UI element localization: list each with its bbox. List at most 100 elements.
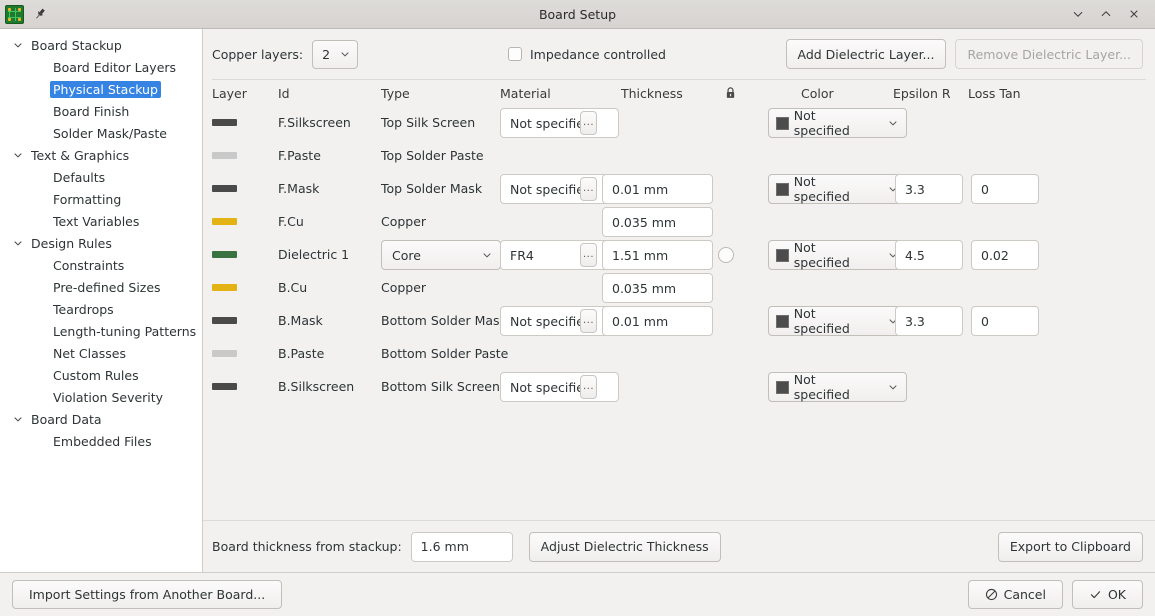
header-material: Material	[500, 77, 551, 110]
thickness-field[interactable]: 0.01 mm	[602, 306, 713, 336]
impedance-controlled-checkbox[interactable]: Impedance controlled	[508, 47, 666, 62]
chevron-down-icon[interactable]	[8, 413, 28, 425]
sidebar-item-embedded-files[interactable]: Embedded Files	[0, 430, 202, 452]
settings-tree[interactable]: Board StackupBoard Editor Layers Physical…	[0, 29, 203, 572]
table-row[interactable]: B.PasteBottom Solder Paste	[203, 337, 1155, 370]
maximize-button[interactable]	[1093, 3, 1119, 25]
impedance-controlled-label: Impedance controlled	[530, 47, 666, 62]
cancel-button[interactable]: Cancel	[968, 580, 1063, 609]
loss-tan-field[interactable]: 0	[971, 174, 1039, 204]
loss-tan-field[interactable]: 0.02	[971, 240, 1039, 270]
epsilon-r-field[interactable]: 4.5	[895, 240, 963, 270]
stackup-grid-header: Layer Id Type Material Thickness Color E…	[203, 80, 1155, 106]
sidebar-item-label: Text Variables	[50, 213, 142, 230]
layer-id-label: F.Paste	[278, 139, 321, 172]
sidebar-item-board-data[interactable]: Board Data	[0, 408, 202, 430]
chevron-down-icon[interactable]	[8, 39, 28, 51]
import-settings-button[interactable]: Import Settings from Another Board...	[12, 580, 282, 609]
ok-label: OK	[1108, 587, 1126, 602]
board-thickness-label: Board thickness from stackup:	[212, 539, 402, 554]
adjust-dielectric-thickness-button[interactable]: Adjust Dielectric Thickness	[529, 532, 721, 562]
material-browse-button[interactable]: ...	[580, 111, 597, 135]
close-button[interactable]	[1121, 3, 1147, 25]
epsilon-r-field[interactable]: 3.3	[895, 174, 963, 204]
layer-id-label: B.Silkscreen	[278, 370, 354, 403]
layer-type-label: Top Solder Mask	[381, 172, 482, 205]
material-field[interactable]: Not specified	[500, 372, 619, 402]
material-browse-button[interactable]: ...	[580, 309, 597, 333]
table-row[interactable]: F.PasteTop Solder Paste	[203, 139, 1155, 172]
table-row[interactable]: B.SilkscreenBottom Silk ScreenNot specif…	[203, 370, 1155, 403]
color-chip	[776, 117, 789, 130]
sidebar-item-design-rules[interactable]: Design Rules	[0, 232, 202, 254]
sidebar-item-text-variables[interactable]: Text Variables	[0, 210, 202, 232]
export-to-clipboard-button[interactable]: Export to Clipboard	[998, 532, 1143, 562]
header-loss-tan: Loss Tan	[968, 77, 1021, 110]
layer-color-select[interactable]: Not specified	[768, 372, 907, 402]
sidebar-item-board-finish[interactable]: Board Finish	[0, 100, 202, 122]
stackup-grid[interactable]: F.SilkscreenTop Silk ScreenNot specified…	[203, 106, 1155, 520]
add-dielectric-layer-button[interactable]: Add Dielectric Layer...	[786, 39, 947, 69]
table-row[interactable]: F.Mask Top Solder Mask Not specified... 0.0…	[203, 172, 1155, 205]
thickness-field[interactable]: 1.51 mm	[602, 240, 713, 270]
minimize-button[interactable]	[1065, 3, 1091, 25]
material-browse-button[interactable]: ...	[580, 375, 597, 399]
table-row[interactable]: F.CuCopper0.035 mm	[203, 205, 1155, 238]
sidebar-item-label: Physical Stackup	[50, 81, 161, 98]
sidebar-item-physical-stackup[interactable]: Physical Stackup	[0, 78, 202, 100]
sidebar-item-constraints[interactable]: Constraints	[0, 254, 202, 276]
chevron-down-icon[interactable]	[8, 149, 28, 161]
copper-layers-select[interactable]: 2	[312, 40, 358, 69]
layer-color-select[interactable]: Not specified	[768, 306, 907, 336]
sidebar-item-pre-defined-sizes[interactable]: Pre-defined Sizes	[0, 276, 202, 298]
sidebar-item-solder-mask-paste[interactable]: Solder Mask/Paste	[0, 122, 202, 144]
sidebar-item-length-tuning-patterns[interactable]: Length-tuning Patterns	[0, 320, 202, 342]
layer-color-swatch	[212, 185, 237, 192]
sidebar-item-label: Text & Graphics	[28, 147, 132, 164]
title-bar-left	[0, 5, 49, 24]
pin-icon[interactable]	[31, 5, 49, 23]
kicad-pcb-icon	[5, 5, 24, 24]
sidebar-item-net-classes[interactable]: Net Classes	[0, 342, 202, 364]
thickness-field[interactable]: 0.01 mm	[602, 174, 713, 204]
table-row[interactable]: B.CuCopper0.035 mm	[203, 271, 1155, 304]
sidebar-item-label: Board Finish	[50, 103, 132, 120]
sidebar-item-board-stackup[interactable]: Board Stackup	[0, 34, 202, 56]
layer-type-select[interactable]: Core	[381, 240, 501, 270]
layer-id-label: F.Mask	[278, 172, 319, 205]
material-browse-button[interactable]: ...	[580, 243, 597, 267]
layer-id-label: B.Cu	[278, 271, 307, 304]
header-layer: Layer	[212, 77, 247, 110]
chevron-down-icon[interactable]	[8, 237, 28, 249]
loss-tan-field[interactable]: 0	[971, 306, 1039, 336]
header-type: Type	[381, 77, 410, 110]
table-row[interactable]: B.MaskBottom Solder MaskNot specified...…	[203, 304, 1155, 337]
layer-color-value: Not specified	[794, 174, 874, 204]
sidebar-item-violation-severity[interactable]: Violation Severity	[0, 386, 202, 408]
layer-color-select[interactable]: Not specified	[768, 240, 907, 270]
sidebar-item-formatting[interactable]: Formatting	[0, 188, 202, 210]
table-row[interactable]: Dielectric 1CoreFR4...1.51 mmNot specifi…	[203, 238, 1155, 271]
layer-color-select[interactable]: Not specified	[768, 174, 907, 204]
ok-button[interactable]: OK	[1072, 580, 1143, 609]
layer-color-value: Not specified	[794, 372, 874, 402]
sidebar-item-text-graphics[interactable]: Text & Graphics	[0, 144, 202, 166]
board-thickness-field[interactable]: 1.6 mm	[411, 532, 513, 562]
thickness-field[interactable]: 0.035 mm	[602, 273, 713, 303]
sidebar-item-custom-rules[interactable]: Custom Rules	[0, 364, 202, 386]
chevron-down-icon	[879, 117, 899, 129]
sidebar-item-defaults[interactable]: Defaults	[0, 166, 202, 188]
sidebar-item-board-editor-layers[interactable]: Board Editor Layers	[0, 56, 202, 78]
thickness-lock-radio[interactable]	[718, 247, 734, 263]
sidebar-item-teardrops[interactable]: Teardrops	[0, 298, 202, 320]
table-row[interactable]: F.SilkscreenTop Silk ScreenNot specified…	[203, 106, 1155, 139]
layer-type-value: Core	[392, 248, 421, 263]
material-field[interactable]: Not specified	[500, 108, 619, 138]
layer-color-select[interactable]: Not specified	[768, 108, 907, 138]
epsilon-r-field[interactable]: 3.3	[895, 306, 963, 336]
material-browse-button[interactable]: ...	[580, 177, 597, 201]
export-buttons: Export to Clipboard	[998, 532, 1143, 562]
sidebar-item-label: Custom Rules	[50, 367, 142, 384]
layer-type-label: Top Silk Screen	[381, 106, 475, 139]
thickness-field[interactable]: 0.035 mm	[602, 207, 713, 237]
